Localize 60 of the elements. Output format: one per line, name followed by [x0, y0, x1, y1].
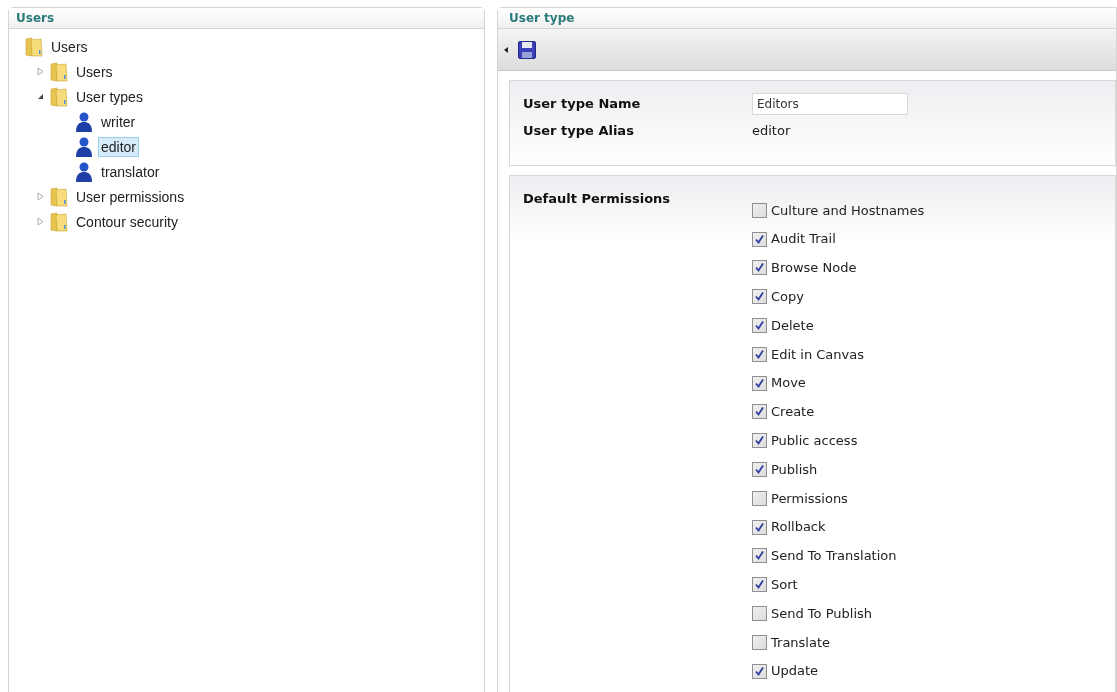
folder-icon [25, 36, 43, 57]
alias-value: editor [752, 122, 791, 140]
checkbox[interactable] [752, 433, 767, 449]
checkbox[interactable] [752, 375, 767, 391]
tree-item[interactable]: editor [98, 136, 140, 157]
folder-icon [50, 86, 68, 107]
tree-item[interactable]: User types [73, 86, 146, 107]
folder-icon [50, 186, 68, 207]
checkbox[interactable] [752, 606, 767, 622]
checkbox[interactable] [752, 318, 767, 334]
permission-label: Update [771, 662, 819, 681]
checkbox[interactable] [752, 462, 767, 478]
field-label: User type Alias [523, 122, 635, 140]
permission-label: Permissions [771, 489, 848, 508]
checkbox[interactable] [752, 202, 767, 218]
permission-label: Translate [771, 633, 831, 652]
permission-label: Public access [771, 432, 858, 450]
checkbox[interactable] [752, 663, 767, 679]
permission-label: Browse Node [771, 259, 857, 278]
permission-label: Sort [771, 576, 798, 594]
checkbox[interactable] [752, 346, 767, 362]
tree-item[interactable]: Contour security [73, 211, 181, 232]
collapse-arrow-icon[interactable] [504, 46, 508, 53]
panel-title: User type [509, 10, 575, 27]
user-icon [75, 135, 93, 158]
checkbox[interactable] [752, 577, 767, 593]
user-icon [75, 160, 93, 183]
permission-label: Create [771, 403, 815, 422]
permissions-label: Default Permissions [523, 190, 672, 208]
folder-icon [50, 211, 68, 232]
tree-item[interactable]: Users [48, 36, 91, 57]
checkbox[interactable] [752, 231, 767, 247]
save-icon[interactable] [518, 40, 536, 59]
checkbox[interactable] [752, 289, 767, 305]
permission-label: Move [771, 374, 806, 393]
checkbox[interactable] [752, 519, 767, 535]
permission-label: Culture and Hostnames [771, 201, 925, 220]
tree-item[interactable]: User permissions [73, 186, 188, 207]
collapse-arrow-icon[interactable] [36, 93, 44, 100]
panel-title: Users [16, 10, 55, 27]
tree-item[interactable]: Users [73, 61, 116, 82]
checkbox[interactable] [752, 490, 767, 506]
permission-label: Send To Publish [771, 604, 873, 623]
user-icon [75, 110, 93, 133]
permission-label: Rollback [771, 518, 826, 537]
folder-icon [50, 61, 68, 82]
permission-label: Audit Trail [771, 230, 836, 249]
checkbox[interactable] [752, 548, 767, 564]
permission-label: Send To Translation [771, 547, 897, 566]
permission-label: Edit in Canvas [771, 345, 864, 364]
name-input[interactable]: Editors [752, 93, 908, 115]
tree-item[interactable]: writer [98, 111, 139, 132]
checkbox[interactable] [752, 260, 767, 276]
checkbox[interactable] [752, 404, 767, 420]
permission-label: Copy [771, 288, 804, 307]
permission-label: Publish [771, 460, 818, 479]
field-label: User type Name [523, 95, 642, 114]
checkbox[interactable] [752, 634, 767, 650]
permission-label: Delete [771, 316, 814, 335]
tree-item[interactable]: translator [98, 161, 163, 182]
